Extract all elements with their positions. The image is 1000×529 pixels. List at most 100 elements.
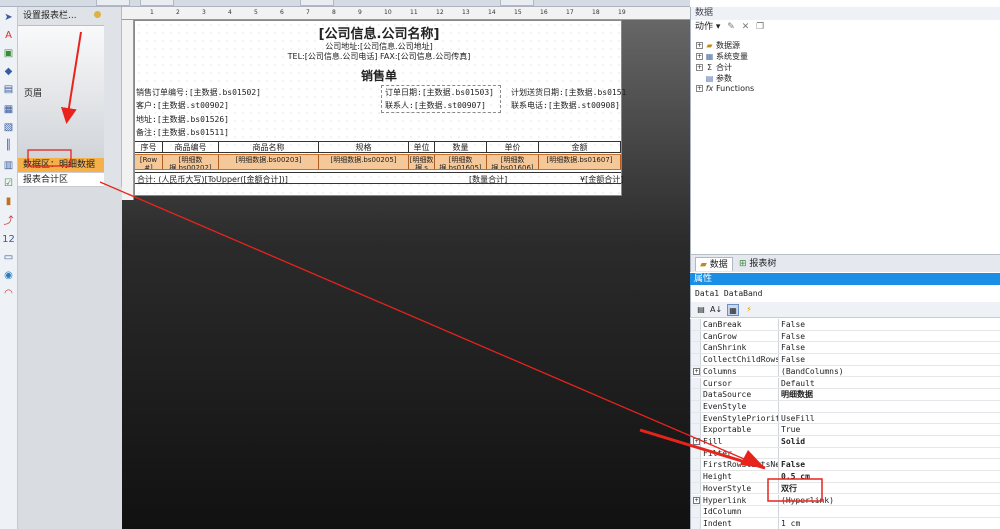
detail-cell[interactable]: [Row #]	[135, 155, 163, 169]
detail-cell[interactable]: [明细数据.bs00202]	[163, 155, 219, 169]
chart-icon[interactable]: ▮	[2, 195, 15, 208]
property-row[interactable]: CollectChildRows False	[691, 354, 1000, 366]
column-header[interactable]: 数量	[435, 142, 487, 152]
order-date-field[interactable]: 订单日期:[主数据.bs01503]	[385, 87, 494, 98]
tree-item-functions[interactable]: + fx Functions	[696, 84, 754, 93]
company-tel-fax-field[interactable]: TEL:[公司信息.公司电话] FAX:[公司信息.公司传真]	[135, 51, 623, 62]
column-header[interactable]: 金额	[539, 142, 621, 152]
column-header[interactable]: 序号	[135, 142, 163, 152]
detail-cell[interactable]: [明细数据.bs00203]	[219, 155, 319, 169]
picture-icon[interactable]: ▣	[2, 47, 15, 60]
property-value[interactable]: False	[781, 459, 805, 470]
property-row[interactable]: EvenStylePriority UseFill	[691, 412, 1000, 425]
property-value[interactable]: UseFill	[781, 413, 815, 424]
property-row[interactable]: Exportable True	[691, 424, 1000, 436]
expand-icon[interactable]: +	[693, 367, 700, 375]
column-header[interactable]: 单位	[409, 142, 435, 152]
text-icon[interactable]: A	[2, 29, 15, 42]
tree-item-totals[interactable]: + Σ 合计	[696, 62, 732, 73]
property-value[interactable]: Solid	[781, 436, 805, 447]
ship-date-field[interactable]: 计划送货日期:[主数据.bs0151	[511, 87, 626, 98]
sparkline-icon[interactable]: ⤴	[2, 215, 15, 228]
property-value[interactable]: Default	[781, 378, 815, 389]
property-row[interactable]: Indent 1 cm	[691, 517, 1000, 529]
document-title[interactable]: 销售单	[135, 67, 623, 84]
checkbox-icon[interactable]: ☑	[2, 177, 15, 190]
column-header[interactable]: 单价	[487, 142, 539, 152]
lock-icon[interactable]	[94, 11, 101, 18]
data-band-item[interactable]: 数据区：明细数据	[18, 158, 104, 172]
action-menu[interactable]: 动作	[695, 22, 713, 32]
cellular-text-icon[interactable]: ▭	[2, 251, 15, 264]
column-header[interactable]: 规格	[319, 142, 409, 152]
property-row[interactable]: Filter	[691, 447, 1000, 460]
shapes-icon[interactable]: ◆	[2, 65, 15, 78]
sum-quantity-field[interactable]: [数量合计]	[469, 174, 507, 185]
contact-field[interactable]: 联系人:[主数据.st00907]	[385, 100, 486, 111]
detail-cell[interactable]: [明细数据.bs00205]	[319, 155, 409, 169]
sum-amount-field[interactable]: ¥[金额合计]	[580, 174, 623, 185]
property-value[interactable]: (BandColumns)	[781, 366, 844, 377]
map-icon[interactable]: ◉	[2, 269, 15, 282]
tab-report-tree[interactable]: ⊞ 报表树	[735, 257, 780, 271]
detail-cell[interactable]: [明细数据.bs01607]	[539, 155, 621, 169]
detail-cell[interactable]: [明细数据.s	[409, 155, 435, 169]
address-field[interactable]: 地址:[主数据.bs01526]	[136, 114, 229, 125]
expand-icon[interactable]: +	[693, 496, 700, 504]
property-value[interactable]: 双行	[781, 483, 797, 494]
property-row[interactable]: CanBreak False	[691, 319, 1000, 331]
copy-icon[interactable]: ❐	[756, 22, 764, 32]
edit-icon[interactable]: ✎	[727, 22, 735, 32]
sort-alpha-icon[interactable]: A↓	[710, 304, 722, 316]
property-row[interactable]: EvenStyle	[691, 400, 1000, 413]
properties-icon[interactable]: ▦	[727, 304, 739, 316]
summary-row[interactable]: 合计: (人民币大写)[ToUpper([金额合计])] [数量合计] ¥[金额…	[135, 172, 623, 185]
toolbar-button[interactable]	[140, 0, 174, 6]
events-icon[interactable]: ⚡	[743, 304, 755, 316]
detail-cell[interactable]: [明细数据.bs01606]	[487, 155, 539, 169]
remark-field[interactable]: 备注:[主数据.bs01511]	[136, 127, 229, 138]
column-header[interactable]: 商品名称	[219, 142, 319, 152]
toolbar-button[interactable]	[96, 0, 130, 6]
subreport-icon[interactable]: ▤	[2, 83, 15, 96]
property-row[interactable]: IdColumn	[691, 506, 1000, 518]
richtext-icon[interactable]: ▥	[2, 159, 15, 172]
pointer-icon[interactable]: ➤	[2, 11, 15, 24]
property-value[interactable]: False	[781, 342, 805, 353]
page-header-band-label[interactable]: 页眉	[24, 86, 42, 99]
property-row[interactable]: + Hyperlink (Hyperlink)	[691, 494, 1000, 507]
gauge-icon[interactable]: ◠	[2, 287, 15, 300]
tree-item-system-variables[interactable]: + ▦ 系统变量	[696, 51, 748, 62]
sum-amount-uppercase-field[interactable]: 合计: (人民币大写)[ToUpper([金额合计])]	[137, 174, 288, 185]
matrix-icon[interactable]: ▧	[2, 121, 15, 134]
tab-data[interactable]: ▰ 数据	[695, 257, 733, 271]
property-value[interactable]: (Hyperlink)	[781, 495, 834, 506]
table-icon[interactable]: ▦	[2, 103, 15, 116]
report-summary-band-item[interactable]: 报表合计区	[18, 173, 104, 187]
property-value[interactable]: True	[781, 424, 800, 435]
property-row[interactable]: HoverStyle 双行	[691, 482, 1000, 495]
delete-icon[interactable]: ✕	[742, 22, 750, 32]
property-value[interactable]: 1 cm	[781, 518, 800, 529]
column-header[interactable]: 商品编号	[163, 142, 219, 152]
property-value[interactable]: 明细数据	[781, 389, 813, 400]
property-value[interactable]: False	[781, 319, 805, 330]
property-row[interactable]: + Columns (BandColumns)	[691, 365, 1000, 378]
report-page[interactable]: [公司信息.公司名称] 公司地址:[公司信息.公司地址] TEL:[公司信息.公…	[134, 20, 626, 196]
property-row[interactable]: DataSource 明细数据	[691, 389, 1000, 401]
property-row[interactable]: CanGrow False	[691, 330, 1000, 343]
property-row[interactable]: CanShrink False	[691, 342, 1000, 355]
detail-cell[interactable]: [明细数据.bs01605]	[435, 155, 487, 169]
selected-object-combo[interactable]: Data1 DataBand	[690, 285, 1000, 302]
tree-item-datasource[interactable]: + ▰ 数据源	[696, 40, 740, 51]
property-row[interactable]: + Fill Solid	[691, 436, 1000, 448]
barcode-icon[interactable]: ║	[2, 139, 15, 152]
toolbar-button[interactable]	[500, 0, 534, 6]
property-value[interactable]: False	[781, 354, 805, 365]
customer-field[interactable]: 客户:[主数据.st00902]	[136, 100, 229, 111]
expand-icon[interactable]: +	[693, 438, 700, 445]
dropdown-arrow-icon[interactable]: ▾	[716, 22, 723, 32]
property-value[interactable]: 0.5 cm	[781, 471, 810, 482]
toolbar-button[interactable]	[300, 0, 334, 6]
data-band-row[interactable]: [Row #] [明细数据.bs00202] [明细数据.bs00203] [明细数据…	[135, 154, 621, 170]
